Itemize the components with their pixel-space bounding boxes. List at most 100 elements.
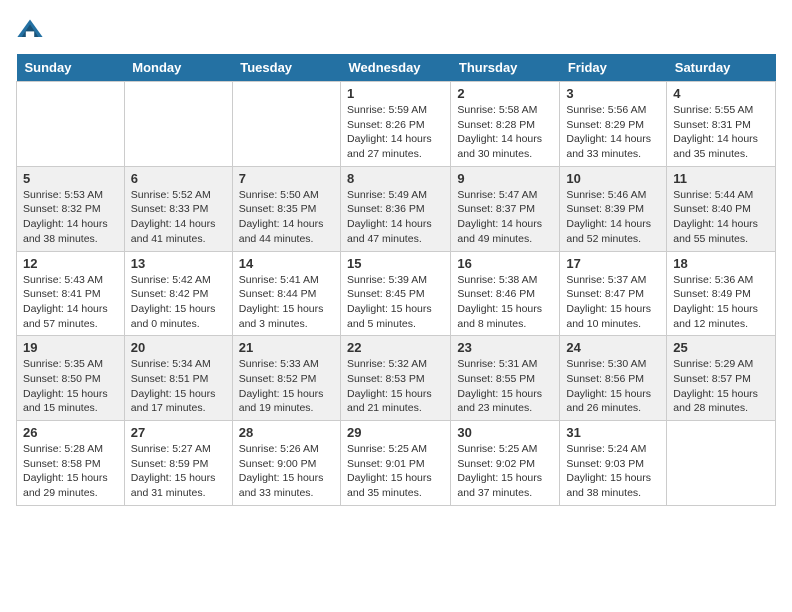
day-info: Sunrise: 5:41 AM Sunset: 8:44 PM Dayligh… xyxy=(239,273,334,332)
day-info: Sunrise: 5:25 AM Sunset: 9:01 PM Dayligh… xyxy=(347,442,444,501)
day-number: 7 xyxy=(239,171,334,186)
day-info: Sunrise: 5:56 AM Sunset: 8:29 PM Dayligh… xyxy=(566,103,660,162)
calendar-cell: 28Sunrise: 5:26 AM Sunset: 9:00 PM Dayli… xyxy=(232,421,340,506)
calendar-cell: 10Sunrise: 5:46 AM Sunset: 8:39 PM Dayli… xyxy=(560,166,667,251)
day-info: Sunrise: 5:52 AM Sunset: 8:33 PM Dayligh… xyxy=(131,188,226,247)
day-number: 14 xyxy=(239,256,334,271)
calendar-cell: 6 Sunrise: 5:52 AM Sunset: 8:33 PM Daylig… xyxy=(124,166,232,251)
calendar-cell xyxy=(17,82,125,167)
day-number: 23 xyxy=(457,340,553,355)
calendar-cell: 25 Sunrise: 5:29 AM Sunset: 8:57 PM Dayli… xyxy=(667,336,776,421)
day-info: Sunrise: 5:49 AM Sunset: 8:36 PM Dayligh… xyxy=(347,188,444,247)
day-info: Sunrise: 5:30 AM Sunset: 8:56 PM Dayligh… xyxy=(566,357,660,416)
day-number: 8 xyxy=(347,171,444,186)
day-number: 24 xyxy=(566,340,660,355)
calendar-cell: 19 Sunrise: 5:35 AM Sunset: 8:50 PM Dayli… xyxy=(17,336,125,421)
calendar-week-row: 1 Sunrise: 5:59 AM Sunset: 8:26 PM Daylig… xyxy=(17,82,776,167)
logo xyxy=(16,16,48,44)
day-number: 15 xyxy=(347,256,444,271)
calendar-cell xyxy=(667,421,776,506)
day-number: 29 xyxy=(347,425,444,440)
calendar-cell: 5 Sunrise: 5:53 AM Sunset: 8:32 PM Daylig… xyxy=(17,166,125,251)
day-info: Sunrise: 5:59 AM Sunset: 8:26 PM Dayligh… xyxy=(347,103,444,162)
day-number: 31 xyxy=(566,425,660,440)
day-info: Sunrise: 5:34 AM Sunset: 8:51 PM Dayligh… xyxy=(131,357,226,416)
day-number: 26 xyxy=(23,425,118,440)
weekday-header-row: SundayMondayTuesdayWednesdayThursdayFrid… xyxy=(17,54,776,82)
day-number: 17 xyxy=(566,256,660,271)
calendar-cell: 11 Sunrise: 5:44 AM Sunset: 8:40 PM Dayli… xyxy=(667,166,776,251)
calendar-week-row: 12Sunrise: 5:43 AM Sunset: 8:41 PM Dayli… xyxy=(17,251,776,336)
day-info: Sunrise: 5:42 AM Sunset: 8:42 PM Dayligh… xyxy=(131,273,226,332)
weekday-header: Saturday xyxy=(667,54,776,82)
calendar-cell xyxy=(124,82,232,167)
day-info: Sunrise: 5:28 AM Sunset: 8:58 PM Dayligh… xyxy=(23,442,118,501)
day-info: Sunrise: 5:27 AM Sunset: 8:59 PM Dayligh… xyxy=(131,442,226,501)
calendar-cell: 20Sunrise: 5:34 AM Sunset: 8:51 PM Dayli… xyxy=(124,336,232,421)
calendar-cell: 27 Sunrise: 5:27 AM Sunset: 8:59 PM Dayli… xyxy=(124,421,232,506)
day-number: 1 xyxy=(347,86,444,101)
day-number: 30 xyxy=(457,425,553,440)
day-number: 4 xyxy=(673,86,769,101)
logo-icon xyxy=(16,16,44,44)
calendar-cell: 8 Sunrise: 5:49 AM Sunset: 8:36 PM Daylig… xyxy=(341,166,451,251)
day-number: 19 xyxy=(23,340,118,355)
day-number: 21 xyxy=(239,340,334,355)
day-number: 5 xyxy=(23,171,118,186)
weekday-header: Monday xyxy=(124,54,232,82)
day-info: Sunrise: 5:35 AM Sunset: 8:50 PM Dayligh… xyxy=(23,357,118,416)
day-number: 3 xyxy=(566,86,660,101)
day-info: Sunrise: 5:53 AM Sunset: 8:32 PM Dayligh… xyxy=(23,188,118,247)
calendar-cell xyxy=(232,82,340,167)
day-info: Sunrise: 5:47 AM Sunset: 8:37 PM Dayligh… xyxy=(457,188,553,247)
day-info: Sunrise: 5:36 AM Sunset: 8:49 PM Dayligh… xyxy=(673,273,769,332)
calendar-cell: 16Sunrise: 5:38 AM Sunset: 8:46 PM Dayli… xyxy=(451,251,560,336)
day-number: 6 xyxy=(131,171,226,186)
calendar-week-row: 19 Sunrise: 5:35 AM Sunset: 8:50 PM Dayli… xyxy=(17,336,776,421)
weekday-header: Thursday xyxy=(451,54,560,82)
day-number: 18 xyxy=(673,256,769,271)
calendar-cell: 4 Sunrise: 5:55 AM Sunset: 8:31 PM Daylig… xyxy=(667,82,776,167)
calendar-cell: 22Sunrise: 5:32 AM Sunset: 8:53 PM Dayli… xyxy=(341,336,451,421)
day-info: Sunrise: 5:55 AM Sunset: 8:31 PM Dayligh… xyxy=(673,103,769,162)
weekday-header: Tuesday xyxy=(232,54,340,82)
calendar-cell: 12Sunrise: 5:43 AM Sunset: 8:41 PM Dayli… xyxy=(17,251,125,336)
calendar-cell: 15Sunrise: 5:39 AM Sunset: 8:45 PM Dayli… xyxy=(341,251,451,336)
day-info: Sunrise: 5:43 AM Sunset: 8:41 PM Dayligh… xyxy=(23,273,118,332)
calendar-week-row: 5 Sunrise: 5:53 AM Sunset: 8:32 PM Daylig… xyxy=(17,166,776,251)
day-number: 9 xyxy=(457,171,553,186)
calendar-cell: 24 Sunrise: 5:30 AM Sunset: 8:56 PM Dayli… xyxy=(560,336,667,421)
day-info: Sunrise: 5:29 AM Sunset: 8:57 PM Dayligh… xyxy=(673,357,769,416)
calendar-cell: 3 Sunrise: 5:56 AM Sunset: 8:29 PM Daylig… xyxy=(560,82,667,167)
day-info: Sunrise: 5:46 AM Sunset: 8:39 PM Dayligh… xyxy=(566,188,660,247)
calendar-cell: 30Sunrise: 5:25 AM Sunset: 9:02 PM Dayli… xyxy=(451,421,560,506)
calendar-table: SundayMondayTuesdayWednesdayThursdayFrid… xyxy=(16,54,776,506)
calendar-cell: 17Sunrise: 5:37 AM Sunset: 8:47 PM Dayli… xyxy=(560,251,667,336)
day-number: 27 xyxy=(131,425,226,440)
calendar-cell: 26 Sunrise: 5:28 AM Sunset: 8:58 PM Dayli… xyxy=(17,421,125,506)
calendar-cell: 14 Sunrise: 5:41 AM Sunset: 8:44 PM Dayli… xyxy=(232,251,340,336)
day-number: 11 xyxy=(673,171,769,186)
day-info: Sunrise: 5:33 AM Sunset: 8:52 PM Dayligh… xyxy=(239,357,334,416)
weekday-header: Wednesday xyxy=(341,54,451,82)
day-info: Sunrise: 5:50 AM Sunset: 8:35 PM Dayligh… xyxy=(239,188,334,247)
day-number: 2 xyxy=(457,86,553,101)
page-header xyxy=(16,16,776,44)
calendar-cell: 13 Sunrise: 5:42 AM Sunset: 8:42 PM Dayli… xyxy=(124,251,232,336)
calendar-cell: 1 Sunrise: 5:59 AM Sunset: 8:26 PM Daylig… xyxy=(341,82,451,167)
day-info: Sunrise: 5:44 AM Sunset: 8:40 PM Dayligh… xyxy=(673,188,769,247)
weekday-header: Friday xyxy=(560,54,667,82)
day-number: 13 xyxy=(131,256,226,271)
calendar-cell: 23 Sunrise: 5:31 AM Sunset: 8:55 PM Dayli… xyxy=(451,336,560,421)
day-number: 28 xyxy=(239,425,334,440)
calendar-cell: 18 Sunrise: 5:36 AM Sunset: 8:49 PM Dayli… xyxy=(667,251,776,336)
day-info: Sunrise: 5:58 AM Sunset: 8:28 PM Dayligh… xyxy=(457,103,553,162)
calendar-cell: 29 Sunrise: 5:25 AM Sunset: 9:01 PM Dayli… xyxy=(341,421,451,506)
calendar-cell: 2 Sunrise: 5:58 AM Sunset: 8:28 PM Daylig… xyxy=(451,82,560,167)
day-number: 22 xyxy=(347,340,444,355)
day-info: Sunrise: 5:31 AM Sunset: 8:55 PM Dayligh… xyxy=(457,357,553,416)
calendar-cell: 9 Sunrise: 5:47 AM Sunset: 8:37 PM Daylig… xyxy=(451,166,560,251)
calendar-cell: 7 Sunrise: 5:50 AM Sunset: 8:35 PM Daylig… xyxy=(232,166,340,251)
day-number: 25 xyxy=(673,340,769,355)
day-number: 16 xyxy=(457,256,553,271)
